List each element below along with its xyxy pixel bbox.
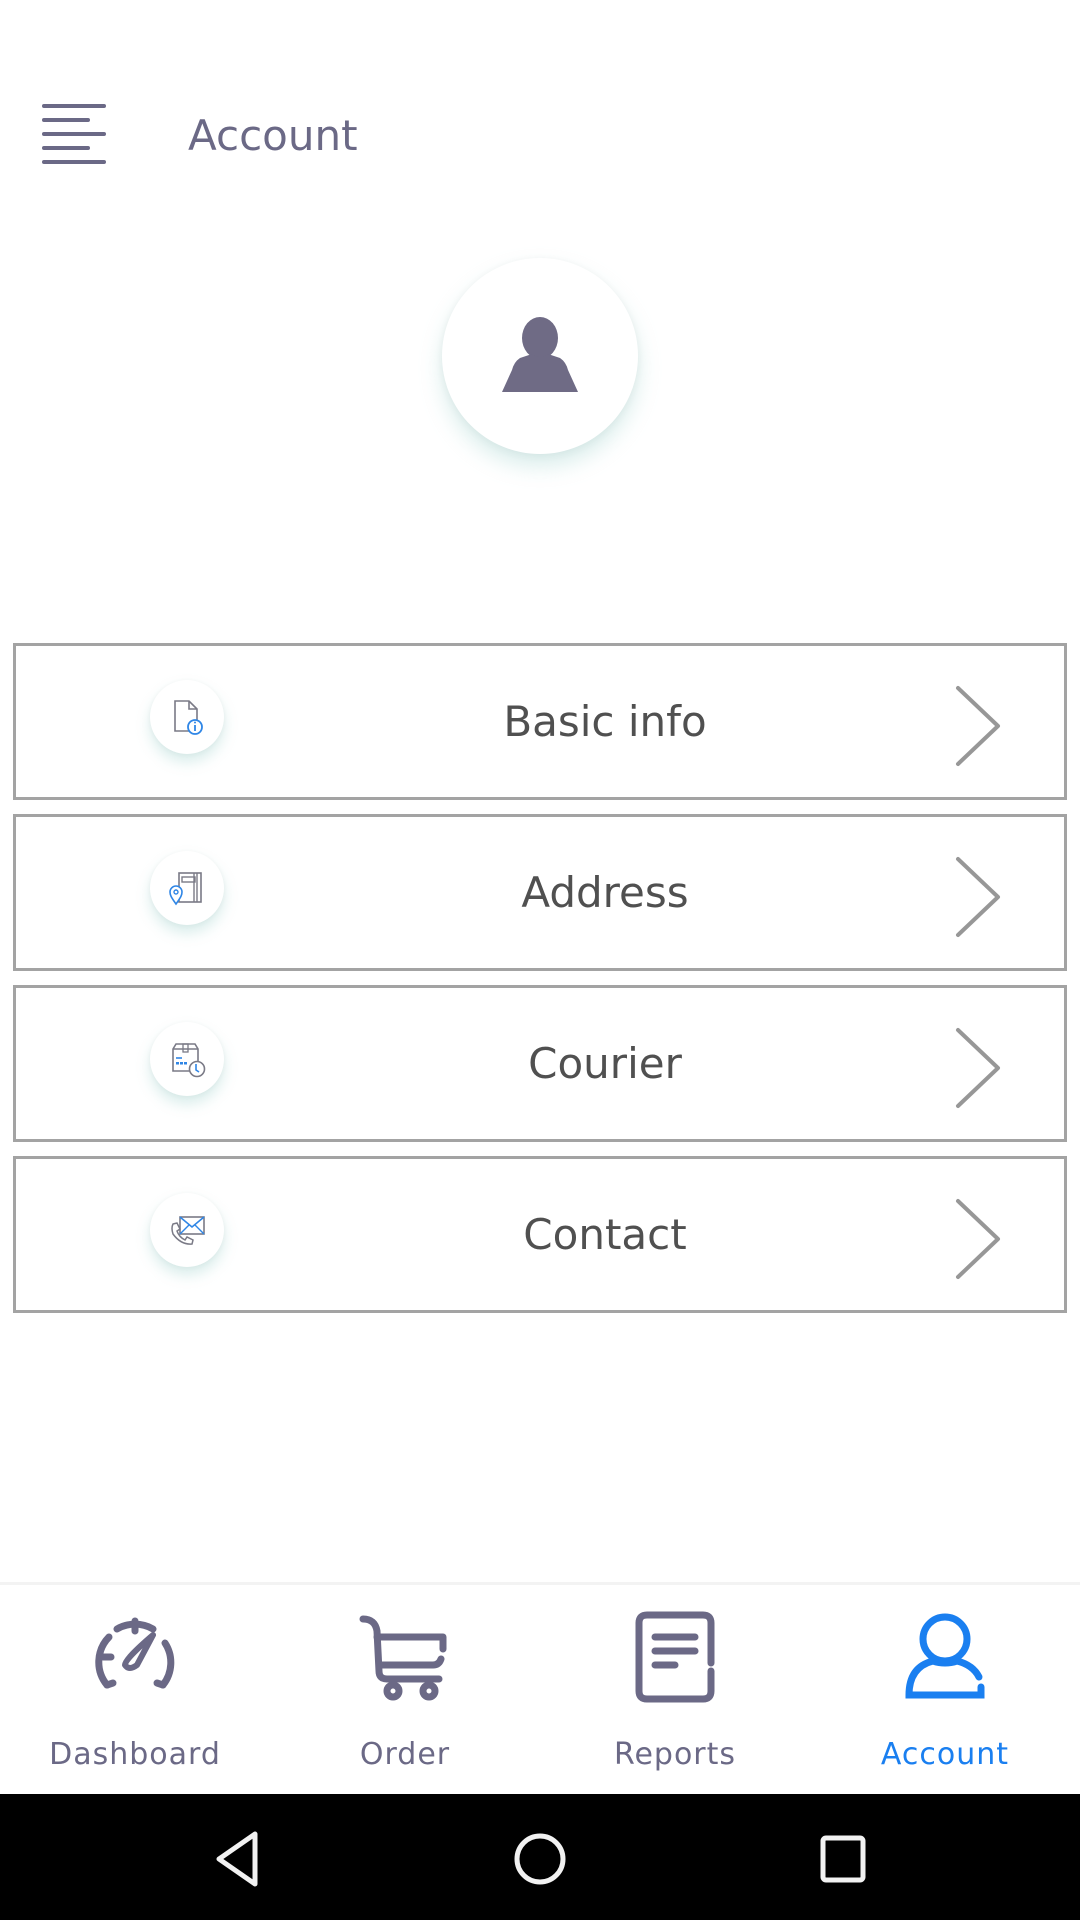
shopping-cart-icon [359, 1615, 447, 1701]
recents-icon[interactable] [808, 1824, 878, 1894]
menu-row-label: Contact [523, 1210, 687, 1259]
menu-button[interactable] [40, 100, 110, 170]
menu-row-label: Courier [528, 1039, 682, 1088]
user-icon [905, 1613, 985, 1699]
chevron-right-icon [956, 1199, 1000, 1279]
menu-row-contact[interactable]: Contact [13, 1156, 1067, 1313]
nav-label: Reports [613, 1737, 737, 1772]
menu-row-label: Address [521, 868, 689, 917]
account-menu-list: Basic info Address Courier Contact [13, 643, 1067, 1327]
chevron-right-icon [956, 686, 1000, 766]
nav-item-reports[interactable]: Reports [540, 1585, 810, 1797]
user-silhouette-icon [502, 317, 578, 392]
menu-row-basic-info[interactable]: Basic info [13, 643, 1067, 800]
nav-label: Order [359, 1737, 451, 1772]
profile-avatar[interactable] [442, 258, 638, 454]
speedometer-icon [95, 1617, 175, 1689]
page-title: Account [188, 111, 358, 160]
nav-label: Dashboard [49, 1737, 221, 1772]
menu-row-address[interactable]: Address [13, 814, 1067, 971]
hamburger-menu-icon [42, 104, 106, 164]
bottom-navigation: Dashboard Order Reports Account [0, 1582, 1080, 1797]
menu-row-courier[interactable]: Courier [13, 985, 1067, 1142]
back-icon[interactable] [203, 1824, 273, 1894]
top-app-bar: Account [0, 0, 1080, 230]
report-document-icon [635, 1611, 715, 1703]
nav-label: Account [880, 1737, 1010, 1772]
system-navigation-bar [0, 1794, 1080, 1920]
chevron-right-icon [956, 857, 1000, 937]
nav-item-dashboard[interactable]: Dashboard [0, 1585, 270, 1797]
menu-row-label: Basic info [503, 697, 707, 746]
nav-item-order[interactable]: Order [270, 1585, 540, 1797]
chevron-right-icon [956, 1028, 1000, 1108]
home-icon[interactable] [505, 1824, 575, 1894]
nav-item-account[interactable]: Account [810, 1585, 1080, 1797]
